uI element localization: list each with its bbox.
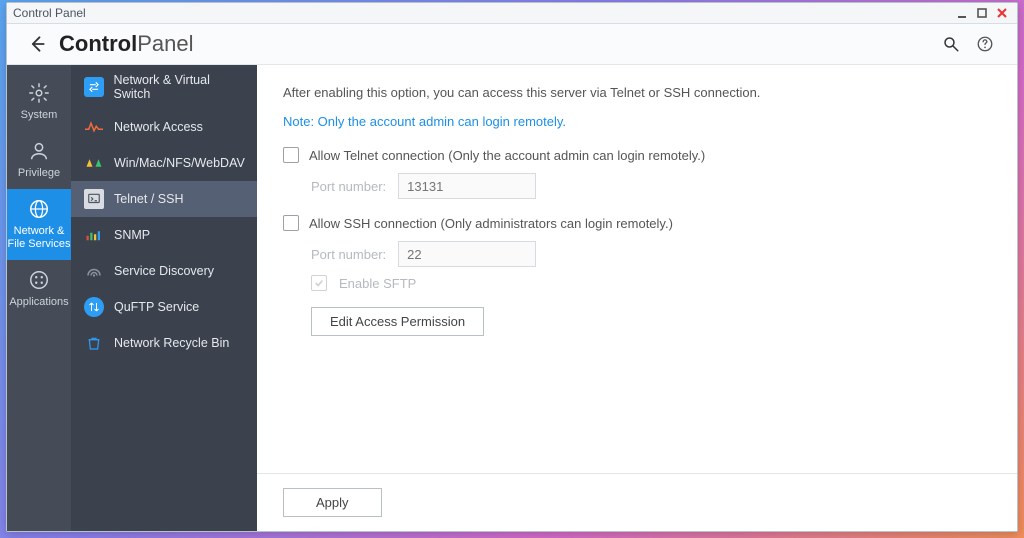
page-title: ControlPanel — [59, 31, 193, 57]
ssh-port-row: Port number: — [311, 241, 991, 267]
radar-icon — [84, 261, 104, 281]
brand-light: Panel — [137, 31, 193, 56]
nav2-snmp[interactable]: SNMP — [71, 217, 257, 253]
nav-label: Network & File Services — [7, 225, 71, 250]
ssh-port-label: Port number: — [311, 247, 386, 262]
apply-button[interactable]: Apply — [283, 488, 382, 517]
description-text: After enabling this option, you can acce… — [283, 85, 991, 100]
control-panel-window: Control Panel ControlPanel — [6, 2, 1018, 532]
telnet-option-row: Allow Telnet connection (Only the accoun… — [283, 147, 991, 163]
trash-icon — [84, 333, 104, 353]
terminal-icon — [84, 189, 104, 209]
nav2-network-virtual-switch[interactable]: Network & Virtual Switch — [71, 65, 257, 109]
nav2-network-access[interactable]: Network Access — [71, 109, 257, 145]
nav2-quftp-service[interactable]: QuFTP Service — [71, 289, 257, 325]
header: ControlPanel — [7, 24, 1017, 65]
allow-telnet-checkbox[interactable] — [283, 147, 299, 163]
back-button[interactable] — [25, 32, 49, 56]
nav2-label: Service Discovery — [114, 264, 214, 278]
secondary-nav: Network & Virtual Switch Network Access … — [71, 65, 257, 531]
telnet-port-row: Port number: — [311, 173, 991, 199]
search-button[interactable] — [937, 30, 965, 58]
nav-privilege[interactable]: Privilege — [7, 131, 71, 189]
primary-nav: System Privilege Network & File Services — [7, 65, 71, 531]
gear-icon — [7, 81, 71, 105]
content-area: After enabling this option, you can acce… — [257, 65, 1017, 473]
sftp-option-row: Enable SFTP — [311, 275, 991, 291]
nav2-label: Network Recycle Bin — [114, 336, 229, 350]
nav2-service-discovery[interactable]: Service Discovery — [71, 253, 257, 289]
bars-icon — [84, 225, 104, 245]
titlebar: Control Panel — [7, 3, 1017, 24]
ssh-option-row: Allow SSH connection (Only administrator… — [283, 215, 991, 231]
edit-access-permission-button[interactable]: Edit Access Permission — [311, 307, 484, 336]
user-icon — [7, 139, 71, 163]
allow-ssh-label: Allow SSH connection (Only administrator… — [309, 216, 673, 231]
brand-bold: Control — [59, 31, 137, 56]
nav-label: System — [7, 109, 71, 121]
maximize-button[interactable] — [973, 4, 991, 22]
nav2-label: SNMP — [114, 228, 150, 242]
protocols-icon — [84, 153, 104, 173]
allow-telnet-label: Allow Telnet connection (Only the accoun… — [309, 148, 705, 163]
enable-sftp-checkbox[interactable] — [311, 275, 327, 291]
nav2-label: Telnet / SSH — [114, 192, 183, 206]
apps-icon — [7, 268, 71, 292]
nav2-win-mac-nfs-webdav[interactable]: Win/Mac/NFS/WebDAV — [71, 145, 257, 181]
nav-label: Privilege — [7, 167, 71, 179]
help-button[interactable] — [971, 30, 999, 58]
minimize-button[interactable] — [953, 4, 971, 22]
ftp-icon — [84, 297, 104, 317]
note-text: Note: Only the account admin can login r… — [283, 114, 991, 129]
nav-system[interactable]: System — [7, 73, 71, 131]
nav-applications[interactable]: Applications — [7, 260, 71, 318]
globe-icon — [7, 197, 71, 221]
nav2-label: QuFTP Service — [114, 300, 199, 314]
switch-icon — [84, 77, 104, 97]
window-title: Control Panel — [13, 6, 86, 20]
ssh-port-input[interactable] — [398, 241, 536, 267]
allow-ssh-checkbox[interactable] — [283, 215, 299, 231]
telnet-port-label: Port number: — [311, 179, 386, 194]
nav2-label: Win/Mac/NFS/WebDAV — [114, 156, 245, 170]
telnet-port-input[interactable] — [398, 173, 536, 199]
nav-label: Applications — [7, 296, 71, 308]
pulse-icon — [84, 117, 104, 137]
nav2-label: Network & Virtual Switch — [114, 73, 247, 101]
nav-network-file-services[interactable]: Network & File Services — [7, 189, 71, 260]
nav2-network-recycle-bin[interactable]: Network Recycle Bin — [71, 325, 257, 361]
enable-sftp-label: Enable SFTP — [339, 276, 416, 291]
footer: Apply — [257, 473, 1017, 531]
nav2-label: Network Access — [114, 120, 203, 134]
close-button[interactable] — [993, 4, 1011, 22]
nav2-telnet-ssh[interactable]: Telnet / SSH — [71, 181, 257, 217]
